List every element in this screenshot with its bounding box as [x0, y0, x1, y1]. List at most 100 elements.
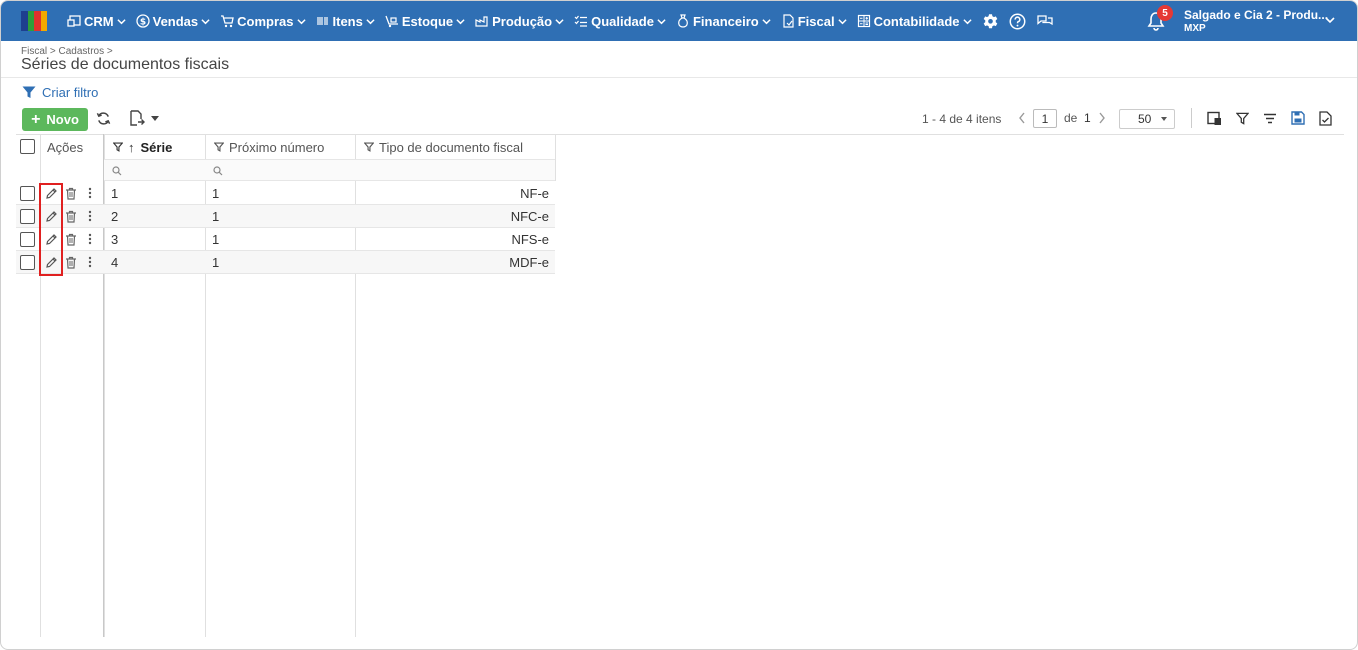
chevron-down-icon	[296, 18, 306, 24]
cell-proximo-numero: 1	[212, 254, 220, 270]
table-row[interactable]: 3 1 NFS-e	[16, 228, 555, 251]
columns-button[interactable]	[1207, 111, 1222, 126]
trash-icon	[66, 233, 76, 246]
chevron-right-icon[interactable]	[1097, 111, 1107, 125]
more-actions-button[interactable]	[84, 185, 96, 201]
pencil-icon	[45, 256, 57, 268]
filter-icon	[214, 142, 224, 152]
kebab-menu-icon	[88, 256, 92, 268]
proximo-numero-filter-input[interactable]	[205, 160, 355, 181]
cell-serie: 3	[111, 231, 119, 247]
column-header-tipo-documento[interactable]: Tipo de documento fiscal	[364, 135, 523, 159]
column-header-serie-label: Série	[140, 139, 173, 155]
edit-button[interactable]	[43, 254, 59, 270]
chevron-left-icon[interactable]	[1017, 111, 1027, 125]
refresh-icon	[96, 112, 111, 125]
document-icon	[783, 14, 794, 28]
select-all-checkbox[interactable]	[20, 139, 35, 154]
create-filter-link[interactable]: Criar filtro	[22, 85, 98, 100]
menu-producao[interactable]: Produção	[475, 14, 564, 29]
menu-crm[interactable]: CRM	[67, 14, 126, 29]
row-checkbox[interactable]	[20, 232, 35, 247]
column-header-proximo-numero[interactable]: Próximo número	[214, 135, 324, 159]
row-checkbox[interactable]	[20, 209, 35, 224]
delete-button[interactable]	[63, 208, 79, 224]
page-size-select[interactable]: 50	[1119, 109, 1175, 129]
delete-button[interactable]	[63, 254, 79, 270]
search-icon	[112, 165, 122, 175]
filter-icon	[22, 86, 36, 98]
columns-icon	[1207, 111, 1221, 125]
factory-icon	[475, 16, 488, 27]
company-name: Salgado e Cia 2 - Produ...	[1184, 8, 1329, 22]
more-actions-button[interactable]	[84, 208, 96, 224]
more-actions-button[interactable]	[84, 254, 96, 270]
app-logo[interactable]	[21, 11, 47, 31]
page-number-input[interactable]: 1	[1033, 109, 1057, 128]
calculator-icon	[857, 14, 870, 28]
edit-button[interactable]	[43, 208, 59, 224]
chevron-down-icon	[837, 18, 847, 24]
menu-compras[interactable]: Compras	[220, 14, 306, 29]
tipo-documento-filter-input[interactable]	[355, 160, 555, 181]
delete-button[interactable]	[63, 185, 79, 201]
cell-tipo-documento: NFS-e	[511, 231, 549, 247]
help-button[interactable]	[1009, 13, 1026, 30]
settings-button[interactable]	[982, 13, 999, 30]
sort-button[interactable]	[1263, 113, 1277, 124]
column-header-acoes: Ações	[47, 135, 83, 159]
page-title: Séries de documentos fiscais	[21, 56, 230, 73]
chat-button[interactable]	[1036, 13, 1054, 29]
page-size-value: 50	[1138, 112, 1152, 126]
saved-views-button[interactable]	[1319, 111, 1332, 126]
serie-filter-input[interactable]	[104, 160, 205, 181]
file-check-icon	[1319, 111, 1332, 126]
table-row[interactable]: 2 1 NFC-e	[16, 205, 555, 228]
more-actions-button[interactable]	[84, 231, 96, 247]
toolbar-divider	[1191, 108, 1192, 128]
column-header-serie[interactable]: ↑ Série	[113, 135, 172, 159]
header-divider	[1, 77, 1357, 78]
trash-icon	[66, 210, 76, 223]
chevron-down-icon[interactable]	[1325, 15, 1335, 25]
crm-icon	[67, 15, 81, 27]
company-subtitle: MXP	[1184, 23, 1206, 34]
table-row[interactable]: 1 1 NF-e	[16, 182, 555, 205]
sort-ascending-icon: ↑	[128, 139, 135, 155]
menu-crm-label: CRM	[84, 13, 114, 29]
svg-text:$: $	[139, 18, 145, 28]
menu-vendas[interactable]: $ Vendas	[135, 14, 211, 29]
menu-contabilidade[interactable]: Contabilidade	[857, 14, 972, 29]
export-menu-button[interactable]	[129, 110, 159, 127]
edit-button[interactable]	[43, 185, 59, 201]
cell-proximo-numero: 1	[212, 185, 220, 201]
cell-tipo-documento: MDF-e	[509, 254, 549, 270]
cell-proximo-numero: 1	[212, 208, 220, 224]
table-row[interactable]: 4 1 MDF-e	[16, 251, 555, 274]
menu-financeiro[interactable]: Financeiro	[676, 14, 771, 29]
menu-qualidade[interactable]: Qualidade	[574, 14, 666, 29]
company-selector[interactable]: Salgado e Cia 2 - Produ... MXP	[1184, 8, 1334, 34]
page-of-label: de	[1064, 111, 1078, 125]
filter-toggle-button[interactable]	[1236, 112, 1249, 125]
barcode-icon	[316, 17, 328, 25]
edit-button[interactable]	[43, 231, 59, 247]
dolly-icon	[385, 15, 398, 28]
column-header-acoes-label: Ações	[47, 139, 84, 155]
row-checkbox[interactable]	[20, 255, 35, 270]
refresh-button[interactable]	[96, 111, 111, 126]
pencil-icon	[45, 187, 57, 199]
cell-proximo-numero: 1	[212, 231, 220, 247]
menu-fiscal[interactable]: Fiscal	[781, 14, 847, 29]
search-icon	[213, 165, 223, 175]
save-view-button[interactable]	[1291, 111, 1305, 125]
new-button[interactable]: + Novo	[22, 108, 88, 131]
sort-lines-icon	[1264, 113, 1276, 124]
main-menu: CRM $ Vendas Compras Itens Estoque Produ…	[67, 1, 1064, 41]
delete-button[interactable]	[63, 231, 79, 247]
page-total: 1	[1084, 111, 1091, 125]
row-checkbox[interactable]	[20, 186, 35, 201]
menu-itens[interactable]: Itens	[316, 14, 375, 29]
menu-estoque[interactable]: Estoque	[385, 14, 465, 29]
filter-row	[104, 159, 555, 181]
